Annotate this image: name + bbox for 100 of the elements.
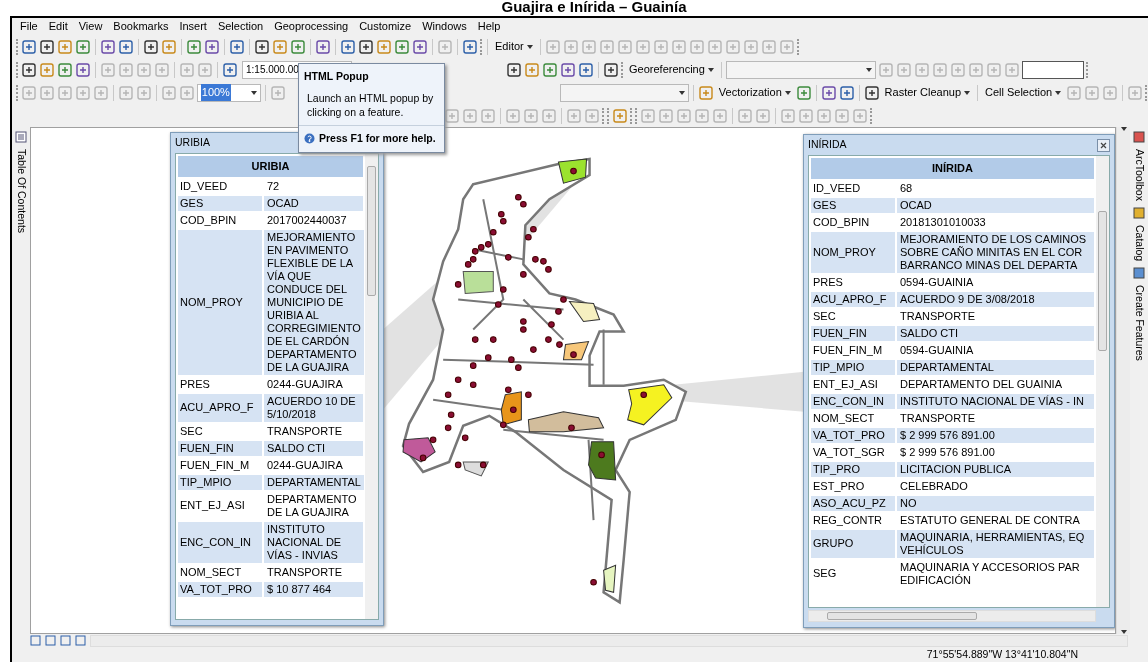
horizontal-scrollbar[interactable] [808,610,1096,622]
field-name: NOM_SECT [179,564,243,580]
tool-icon[interactable] [222,61,238,78]
tool-icon[interactable] [340,38,356,55]
tool-icon[interactable] [462,38,478,55]
vertical-scrollbar[interactable] [365,154,378,619]
combo-box[interactable] [560,83,689,102]
tool-icon[interactable] [21,61,37,78]
menu-item[interactable]: Geoprocessing [274,18,349,35]
menu-item[interactable]: View [78,18,103,35]
vertical-scrollbar[interactable] [1116,127,1130,634]
combo-box[interactable] [725,60,876,79]
field-name: FUEN_FIN_M [812,342,884,358]
tool-icon[interactable] [560,61,576,78]
tool-icon[interactable] [412,38,428,55]
tool-icon[interactable] [204,38,220,55]
dock-tab[interactable]: ArcToolbox [1131,149,1147,201]
horizontal-scrollbar[interactable] [90,634,1128,647]
tool-icon[interactable] [254,38,270,55]
menu-item[interactable]: Selection [217,18,264,35]
panel-icon[interactable] [15,131,27,143]
menu-item[interactable]: Help [477,18,501,35]
view-icon[interactable] [45,635,56,646]
dock-tab[interactable]: Table Of Contents [13,149,29,234]
field-value: DEPARTAMENTAL [897,359,1094,375]
tool-icon[interactable] [21,38,37,55]
menu-item[interactable]: File [20,18,38,35]
dock-tab[interactable]: Create Features [1131,285,1147,362]
vertical-scrollbar[interactable] [1096,156,1109,607]
field-value: 0244-GUAJIRA [266,376,344,392]
field-name: FUEN_FIN [178,440,262,456]
field-value: $ 2 999 576 891.00 [899,444,996,460]
field-value: OCAD [897,197,1094,213]
document-title: Guajira e Inírida – Guainía [500,0,688,16]
panel-icon[interactable] [1133,267,1145,280]
menu-item[interactable]: Insert [179,18,207,35]
tool-icon[interactable] [506,61,522,78]
dropdown-button[interactable]: Raster Cleanup [881,84,974,101]
field-value: LICITACION PUBLICA [897,461,1094,477]
tool-icon[interactable] [100,38,116,55]
field-value: DEPARTAMENTAL [264,474,364,490]
view-icon[interactable] [60,635,71,646]
view-icon[interactable] [30,635,41,646]
field-value: TRANSPORTE [899,410,976,426]
view-icon[interactable] [75,635,86,646]
tool-icon[interactable] [838,84,855,101]
menu-item[interactable]: Customize [359,18,412,35]
field-name: NOM_PROY [178,229,262,375]
field-name: VA_TOT_SGR [812,444,886,460]
dropdown-button[interactable]: Vectorization [715,84,794,101]
field-name: PRES [179,376,211,392]
close-button[interactable] [1097,138,1110,152]
field-name: ENT_EJ_ASI [179,498,246,513]
input-field[interactable] [1021,60,1084,79]
field-value: NO [897,495,1094,511]
caret-icon [526,44,533,49]
field-name: GES [811,197,895,213]
tool-icon[interactable] [863,84,880,101]
field-name: TIP_PRO [811,461,895,477]
panel-icon[interactable] [1133,206,1145,219]
field-value: 0594-GUAINIA [899,342,975,358]
field-value: 0594-GUAINIA [899,274,975,290]
field-value: 72 [266,178,281,194]
tool-icon[interactable] [820,84,837,101]
field-value: ACUERDO 9 DE 3/08/2018 [897,291,1094,307]
dropdown-button[interactable]: Cell Selection [981,84,1065,101]
menu-item[interactable]: Windows [422,18,467,35]
popup-title: INÍRIDA [808,137,847,153]
field-value: $ 10 877 464 [264,581,363,597]
field-name: ENT_EJ_ASI [812,376,879,392]
field-name: GES [178,195,262,211]
table-header: INÍRIDA [811,158,1094,179]
field-value: DEPARTAMENTO DEL GUAINIA [899,376,1063,392]
menu-item[interactable]: Bookmarks [113,18,169,35]
dock-tab[interactable]: Catalog [1131,224,1147,262]
field-value: 0244-GUAJIRA [266,457,344,473]
tool-icon[interactable] [603,61,619,78]
tool-icon[interactable] [39,38,55,55]
map-canvas[interactable] [30,127,1116,634]
tool-icon[interactable] [358,38,374,55]
dropdown-button[interactable]: Georeferencing [626,61,717,78]
tool-icon[interactable] [578,61,594,78]
menu-item[interactable]: Edit [48,18,68,35]
tool-icon[interactable] [75,61,91,78]
field-value: $ 2 999 576 891.00 [897,427,1094,443]
table-header: URIBIA [178,156,363,177]
panel-icon[interactable] [1133,131,1145,143]
field-value: INSTITUTO NACIONAL DE VÍAS - IN [897,393,1094,409]
field-name: TIP_MPIO [178,474,262,490]
close-icon [1100,141,1107,149]
tool-icon[interactable] [143,38,159,55]
tool-icon[interactable] [229,38,245,55]
zoom-combo-box[interactable]: 100% [196,83,262,102]
tool-icon[interactable] [118,38,134,55]
field-name: VA_TOT_PRO [811,427,895,443]
tool-icon[interactable] [315,38,331,55]
field-name: COD_BPIN [812,214,871,230]
field-value: 20181301010033 [899,214,987,230]
dropdown-button[interactable]: Editor [492,38,536,55]
field-name: ACU_APRO_F [178,393,262,422]
